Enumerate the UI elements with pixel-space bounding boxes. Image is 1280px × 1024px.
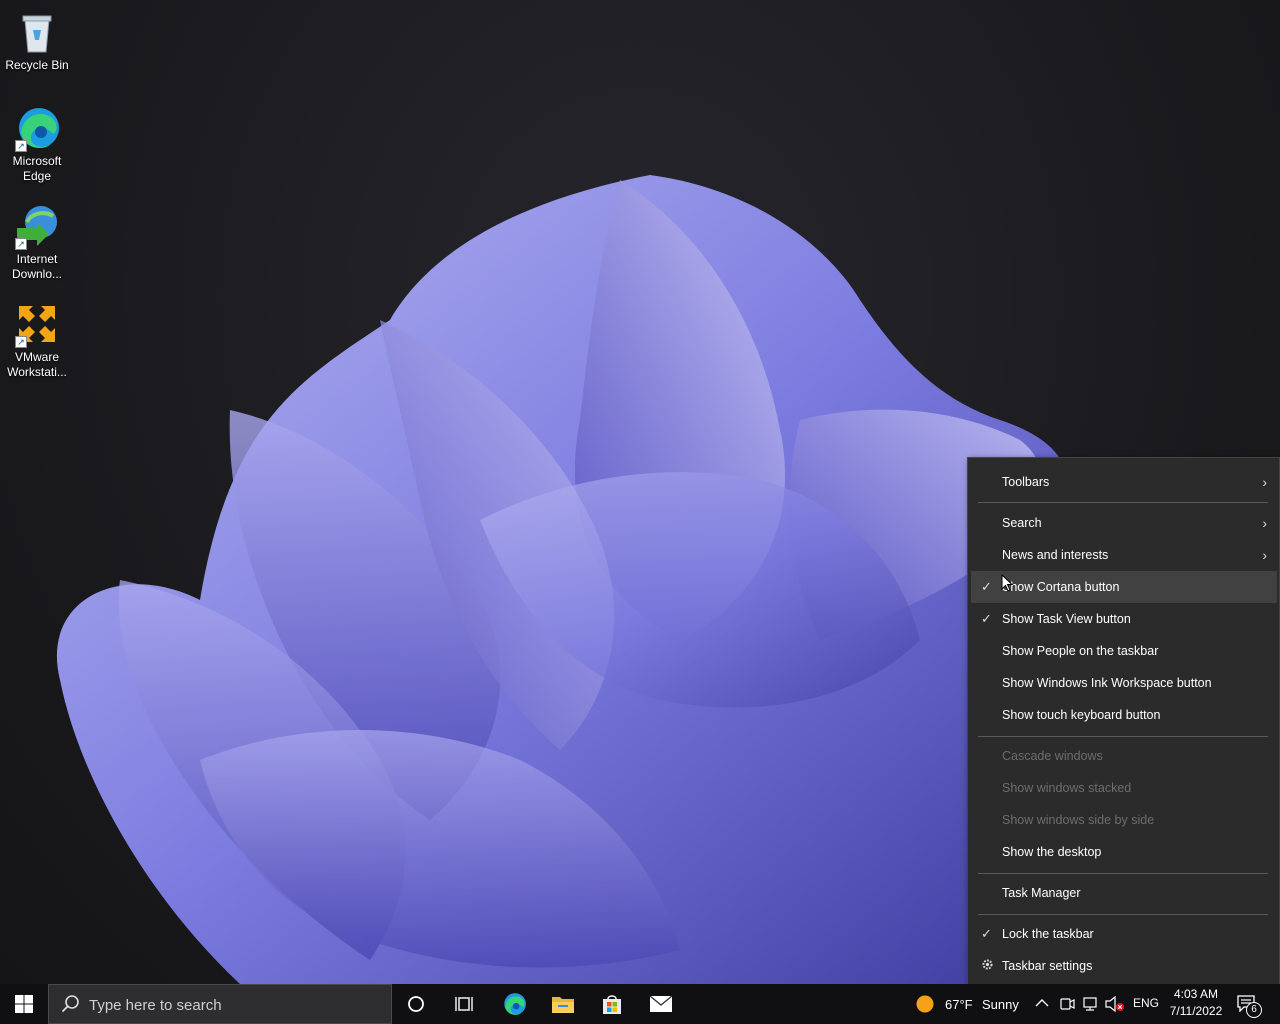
menu-item-show-people[interactable]: Show People on the taskbar (971, 635, 1277, 667)
gear-icon (981, 958, 995, 974)
store-icon (603, 995, 621, 1014)
checkmark-icon: ✓ (981, 926, 992, 941)
desktop-icon-edge[interactable]: ↗ Microsoft Edge (2, 104, 72, 184)
windows-logo-icon (15, 995, 33, 1013)
mouse-cursor-icon (1001, 574, 1013, 592)
menu-item-cascade-windows: Cascade windows (971, 740, 1277, 772)
menu-separator (978, 502, 1268, 503)
start-button[interactable] (0, 984, 48, 1024)
action-center-button[interactable]: 6 (1236, 994, 1262, 1018)
menu-item-label: Show Task View button (1002, 612, 1131, 626)
taskbar-context-menu: Toolbars › Search › News and interests ›… (967, 457, 1280, 989)
menu-item-label: Task Manager (1002, 886, 1081, 900)
edge-icon (504, 993, 526, 1015)
menu-item-show-task-view-button[interactable]: ✓ Show Task View button (971, 603, 1277, 635)
desktop-icon-label: Recycle Bin (5, 58, 69, 72)
menu-item-label: Show People on the taskbar (1002, 644, 1159, 658)
desktop-icon-recycle-bin[interactable]: Recycle Bin (2, 8, 72, 73)
network-icon[interactable] (1083, 996, 1099, 1012)
task-view-button[interactable] (440, 984, 488, 1024)
task-view-icon (455, 997, 473, 1011)
idm-icon: ↗ (13, 202, 61, 250)
menu-item-show-windows-stacked: Show windows stacked (971, 772, 1277, 804)
menu-item-taskbar-settings[interactable]: Taskbar settings (971, 950, 1277, 982)
menu-item-lock-the-taskbar[interactable]: ✓ Lock the taskbar (971, 918, 1277, 950)
menu-item-news-and-interests[interactable]: News and interests › (971, 539, 1277, 571)
menu-item-show-windows-side-by-side: Show windows side by side (971, 804, 1277, 836)
checkmark-icon: ✓ (981, 579, 992, 594)
file-explorer-icon (552, 997, 574, 1013)
recycle-bin-icon (13, 8, 61, 56)
menu-item-label: News and interests (1002, 548, 1109, 562)
menu-item-label: Show Windows Ink Workspace button (1002, 676, 1212, 690)
mail-icon (649, 995, 673, 1012)
notification-count-badge: 6 (1246, 1002, 1262, 1018)
menu-separator (978, 914, 1268, 915)
desktop-icon-vmware[interactable]: ↗ VMware Workstati... (2, 300, 72, 380)
menu-item-label: Cascade windows (1002, 749, 1103, 763)
chevron-right-icon: › (1262, 515, 1267, 531)
volume-muted-icon[interactable] (1105, 996, 1125, 1012)
clock[interactable]: 4:03 AM 7/11/2022 (1164, 986, 1228, 1020)
taskbar[interactable]: Type here to search 67°F Sunny ENG 4:03 … (0, 984, 1280, 1024)
weather-description[interactable]: Sunny (982, 997, 1019, 1012)
search-icon (61, 995, 79, 1013)
menu-item-show-cortana-button[interactable]: ✓ Show Cortana button (971, 571, 1277, 603)
menu-item-label: Lock the taskbar (1002, 927, 1094, 941)
taskbar-edge-button[interactable] (490, 984, 538, 1024)
cortana-button[interactable] (392, 984, 440, 1024)
taskbar-search-box[interactable]: Type here to search (48, 984, 392, 1024)
menu-item-show-the-desktop[interactable]: Show the desktop (971, 836, 1277, 868)
menu-item-label: Show the desktop (1002, 845, 1102, 859)
shortcut-arrow-icon: ↗ (15, 336, 27, 348)
chevron-right-icon: › (1262, 474, 1267, 490)
weather-temperature[interactable]: 67°F (945, 997, 973, 1012)
chevron-up-icon[interactable] (1035, 998, 1049, 1008)
checkmark-icon: ✓ (981, 611, 992, 626)
menu-item-task-manager[interactable]: Task Manager (971, 877, 1277, 909)
menu-item-label: Taskbar settings (1002, 959, 1093, 973)
menu-item-label: Show windows side by side (1002, 813, 1155, 827)
vmware-icon: ↗ (13, 300, 61, 348)
desktop-icon-label: VMware Workstati... (7, 350, 67, 379)
clock-date: 7/11/2022 (1169, 1004, 1223, 1018)
meet-now-icon[interactable] (1059, 996, 1075, 1012)
clock-time: 4:03 AM (1173, 987, 1219, 1001)
menu-item-show-touch-keyboard[interactable]: Show touch keyboard button (971, 699, 1277, 731)
menu-item-label: Show touch keyboard button (1002, 708, 1161, 722)
menu-item-label: Show Cortana button (1002, 580, 1120, 594)
menu-separator (978, 736, 1268, 737)
desktop-icon-internet-download-manager[interactable]: ↗ Internet Downlo... (2, 202, 72, 282)
menu-item-label: Search (1002, 516, 1042, 530)
desktop-icon-label: Microsoft Edge (12, 154, 62, 183)
search-placeholder: Type here to search (89, 997, 222, 1014)
menu-item-label: Toolbars (1002, 475, 1050, 489)
cortana-icon (408, 996, 424, 1012)
chevron-right-icon: › (1262, 547, 1267, 563)
menu-item-toolbars[interactable]: Toolbars › (971, 466, 1277, 498)
menu-item-show-ink-workspace[interactable]: Show Windows Ink Workspace button (971, 667, 1277, 699)
menu-item-label: Show windows stacked (1002, 781, 1132, 795)
input-language-indicator[interactable]: ENG (1133, 996, 1159, 1010)
shortcut-arrow-icon: ↗ (15, 140, 27, 152)
taskbar-file-explorer-button[interactable] (539, 984, 587, 1024)
weather-sunny-icon[interactable] (916, 995, 934, 1013)
taskbar-store-button[interactable] (588, 984, 636, 1024)
edge-icon: ↗ (13, 104, 61, 152)
shortcut-arrow-icon: ↗ (15, 238, 27, 250)
taskbar-mail-button[interactable] (637, 984, 685, 1024)
menu-item-search[interactable]: Search › (971, 507, 1277, 539)
menu-separator (978, 873, 1268, 874)
desktop-icon-label: Internet Downlo... (11, 252, 63, 281)
